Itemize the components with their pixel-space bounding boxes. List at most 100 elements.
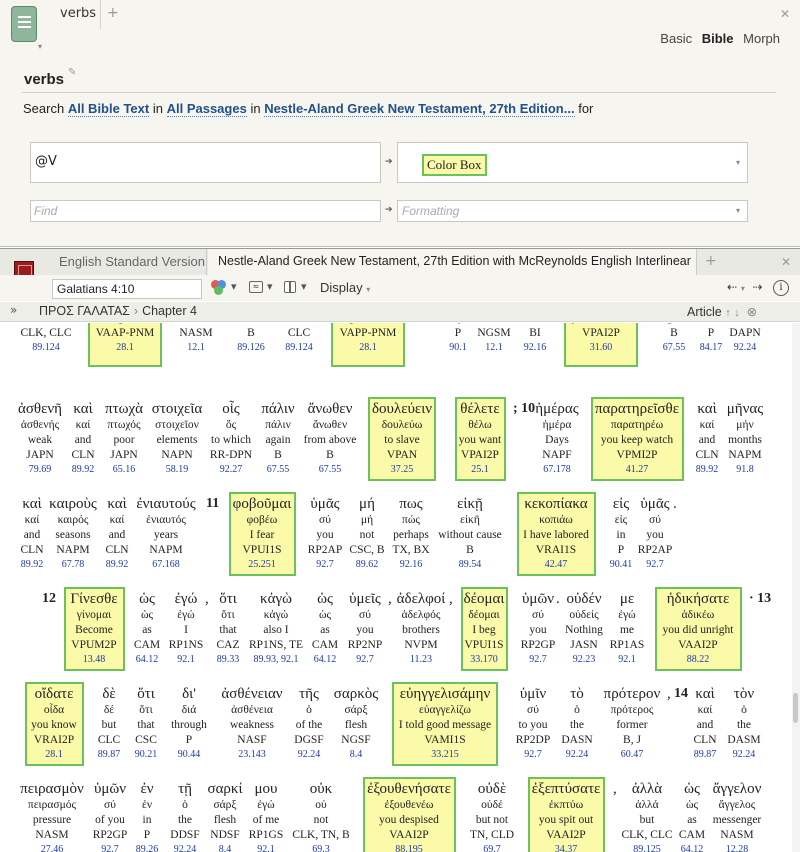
english-gloss: you did unright xyxy=(662,624,734,636)
format-value: Color Box xyxy=(422,154,487,176)
lexical-form: εἰκῆ xyxy=(460,514,480,526)
lexical-form: εὐαγγελίζω xyxy=(419,704,471,716)
reference-input[interactable]: Galatians 4:10 xyxy=(52,279,202,299)
interlinear-word[interactable]: εἰκῇ εἰκῆ without cause B 89.54 xyxy=(420,496,520,571)
louw-nida-number: 91.8 xyxy=(736,464,754,475)
punctuation: , xyxy=(449,591,453,607)
history-nav: ⇠ ▾ ⇢ xyxy=(727,280,763,294)
punctuation: . xyxy=(673,496,677,512)
scrollbar[interactable] xyxy=(792,323,800,852)
version-link[interactable]: Nestle-Aland Greek New Testament, 27th E… xyxy=(264,101,575,117)
interlinear-word[interactable]: ἄγγελον ἄγγελος messenger NASM 12.28 xyxy=(687,781,787,852)
article-label[interactable]: Article xyxy=(687,305,722,319)
interlinear-word[interactable]: εὐηγγελισάμην εὐαγγελίζω I told good messa… xyxy=(395,686,495,761)
interlinear-word[interactable]: ἐνιαυτούς ἐνιαυτός years NAPM 67.168 xyxy=(116,496,216,571)
chevron-down-icon[interactable]: ▾ xyxy=(301,280,307,293)
text-options-icon[interactable]: ≈ xyxy=(249,281,263,293)
arrow-right-icon: ➔ xyxy=(385,205,393,215)
lexical-form: σύ xyxy=(649,514,661,526)
word-in: in xyxy=(250,101,261,116)
lexical-form: ἐνιαυτός xyxy=(146,514,186,526)
close-icon[interactable]: ✕ xyxy=(780,7,790,21)
arrow-right-icon: ➔ xyxy=(385,157,393,167)
interlinear-word[interactable]: ὑμᾶς σύ you RP2AP 92.7 xyxy=(605,496,705,571)
english-gloss: I told good message xyxy=(398,719,492,731)
lexical-form: οὐ xyxy=(315,799,327,811)
mode-basic[interactable]: Basic xyxy=(660,31,692,46)
back-arrow-icon[interactable]: ⇠ xyxy=(727,280,737,294)
punctuation: , xyxy=(613,781,617,797)
tab-na27[interactable]: Nestle-Aland Greek New Testament, 27th E… xyxy=(208,249,697,276)
verse-number: 12 xyxy=(42,591,56,606)
chevron-down-icon: ▾ xyxy=(366,285,371,294)
chevron-down-icon[interactable]: ▾ xyxy=(736,206,740,215)
louw-nida-number: 89.54 xyxy=(458,559,482,570)
breadcrumb-chapter[interactable]: Chapter 4 xyxy=(142,304,197,318)
filter-dot-icon xyxy=(214,286,223,295)
chevron-down-icon[interactable]: ▾ xyxy=(741,284,745,293)
display-menu[interactable]: Display ▾ xyxy=(320,280,370,295)
chevron-down-icon[interactable]: ▾ xyxy=(736,158,740,167)
interlinear-word[interactable]: τὸν ὁ the DASM 92.24 xyxy=(694,686,792,761)
mode-bible[interactable]: Bible xyxy=(702,31,734,46)
article-nav: Article ↑ ↓ ⊗ xyxy=(687,304,757,319)
search-panel: ▾ verbs + ✕ Basic Bible Morph verbs ✎ Se… xyxy=(0,0,800,247)
formatting-placeholder: Formatting xyxy=(402,204,460,218)
greek-surface: εἰκῇ xyxy=(457,496,483,512)
breadcrumb-separator: › xyxy=(133,304,139,318)
interlinear-word[interactable]: οὐκ οὐ not CLK, TN, B 69.3 xyxy=(271,781,371,852)
greek-surface: ὑμᾶς xyxy=(640,496,670,512)
up-arrow-icon[interactable]: ↑ xyxy=(725,307,731,319)
search-query-input[interactable]: @V xyxy=(30,142,381,183)
add-tab-icon[interactable]: + xyxy=(107,5,119,21)
search-title[interactable]: verbs xyxy=(24,71,64,88)
chevron-down-icon[interactable]: ▾ xyxy=(38,42,42,51)
add-tab-icon[interactable]: + xyxy=(705,253,717,269)
greek-surface: τὸν xyxy=(733,686,755,702)
interlinear-word[interactable]: ἠδικήσατε ἀδικέω you did unright VAAI2P 88.2… xyxy=(648,591,748,666)
chevron-down-icon[interactable]: ▾ xyxy=(231,280,237,293)
tab-esv[interactable]: English Standard Version xyxy=(50,249,207,275)
morphology: NAPM xyxy=(728,449,762,461)
chevron-down-icon[interactable]: ▾ xyxy=(267,280,273,293)
visual-filters-icon[interactable] xyxy=(211,280,227,296)
find-input[interactable]: Find xyxy=(30,200,381,222)
lexical-form: ὁ xyxy=(741,704,747,716)
morphology: B xyxy=(466,544,474,556)
breadcrumb: » ΠΡΟΣ ΓΑΛΑΤΑΣ › Chapter 4 Article ↑ ↓ ⊗ xyxy=(0,302,800,322)
format-select[interactable]: Color Box ▾ xyxy=(397,142,748,183)
search-scope-line: Search All Bible Text in All Passages in… xyxy=(23,101,593,117)
info-icon[interactable]: i xyxy=(773,280,789,296)
louw-nida-number: 67.168 xyxy=(152,559,180,570)
close-circle-icon[interactable]: ⊗ xyxy=(747,305,757,319)
close-icon[interactable]: ✕ xyxy=(781,255,791,269)
formatting-select[interactable]: Formatting ▾ xyxy=(397,200,748,222)
word-in: in xyxy=(152,101,163,116)
interlinear-content: butCLK, CLC89.124having knownVAAP-PNM28.… xyxy=(0,323,792,852)
search-mode-selector: Basic Bible Morph xyxy=(654,31,780,46)
scrollbar-thumb[interactable] xyxy=(793,693,798,723)
search-app-icon[interactable] xyxy=(11,6,37,42)
interlinear-word[interactable]: σαρκὸς σάρξ flesh NGSF 8.4 xyxy=(306,686,406,761)
punctuation: , xyxy=(205,591,209,607)
down-arrow-icon[interactable]: ↓ xyxy=(734,307,740,319)
greek-surface: ἐνιαυτούς xyxy=(136,496,196,512)
lexical-form: ἀδικέω xyxy=(681,609,715,621)
pencil-icon[interactable]: ✎ xyxy=(68,67,76,78)
breadcrumb-book[interactable]: ΠΡΟΣ ΓΑΛΑΤΑΣ xyxy=(39,304,130,318)
forward-arrow-icon[interactable]: ⇢ xyxy=(753,280,763,294)
passages-link[interactable]: All Passages xyxy=(166,101,247,117)
interlinear-word[interactable]: μῆνας μήν months NAPM 91.8 xyxy=(695,401,792,476)
morphology: VAAI2P xyxy=(678,639,718,651)
english-gloss: you xyxy=(646,529,664,541)
tab-verbs[interactable]: verbs xyxy=(46,0,101,29)
double-chevron-icon[interactable]: » xyxy=(10,303,17,317)
louw-nida-number: 8.4 xyxy=(349,749,363,760)
text-scope-link[interactable]: All Bible Text xyxy=(67,101,150,117)
mode-morph[interactable]: Morph xyxy=(743,31,780,46)
lexical-form: σάρξ xyxy=(344,704,368,716)
louw-nida-number: 28.1 xyxy=(359,342,377,353)
columns-icon[interactable] xyxy=(284,281,296,293)
greek-surface: οὐκ xyxy=(309,781,333,797)
verse-number: · 13 xyxy=(749,591,772,606)
